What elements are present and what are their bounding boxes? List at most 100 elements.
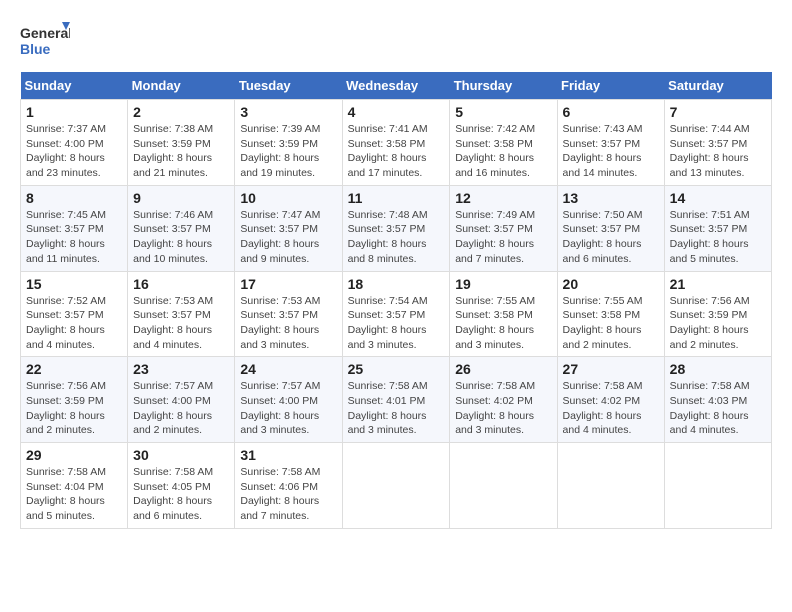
day-info: Sunrise: 7:38 AMSunset: 3:59 PMDaylight:…	[133, 122, 229, 181]
calendar-cell: 9Sunrise: 7:46 AMSunset: 3:57 PMDaylight…	[128, 185, 235, 271]
day-number: 12	[455, 190, 551, 206]
calendar-cell	[557, 443, 664, 529]
day-info: Sunrise: 7:58 AMSunset: 4:02 PMDaylight:…	[455, 379, 551, 438]
calendar-cell: 7Sunrise: 7:44 AMSunset: 3:57 PMDaylight…	[664, 100, 771, 186]
day-info: Sunrise: 7:49 AMSunset: 3:57 PMDaylight:…	[455, 208, 551, 267]
day-number: 16	[133, 276, 229, 292]
calendar-cell: 17 Sunrise: 7:53 AMSunset: 3:57 PMDayligh…	[235, 271, 342, 357]
calendar-cell: 12 Sunrise: 7:49 AMSunset: 3:57 PMDayligh…	[450, 185, 557, 271]
day-number: 31	[240, 447, 336, 463]
logo-svg: General Blue	[20, 20, 70, 62]
day-number: 4	[348, 104, 445, 120]
weekday-header-thursday: Thursday	[450, 72, 557, 100]
day-number: 8	[26, 190, 122, 206]
weekday-header-sunday: Sunday	[21, 72, 128, 100]
calendar-week-2: 8 Sunrise: 7:45 AMSunset: 3:57 PMDaylight…	[21, 185, 772, 271]
day-info: Sunrise: 7:44 AMSunset: 3:57 PMDaylight:…	[670, 122, 766, 181]
calendar-cell: 28 Sunrise: 7:58 AMSunset: 4:03 PMDayligh…	[664, 357, 771, 443]
day-number: 22	[26, 361, 122, 377]
calendar-cell: 8 Sunrise: 7:45 AMSunset: 3:57 PMDaylight…	[21, 185, 128, 271]
day-number: 3	[240, 104, 336, 120]
day-info: Sunrise: 7:54 AMSunset: 3:57 PMDaylight:…	[348, 294, 445, 353]
svg-text:General: General	[20, 25, 70, 41]
day-number: 29	[26, 447, 122, 463]
calendar-cell: 29Sunrise: 7:58 AMSunset: 4:04 PMDayligh…	[21, 443, 128, 529]
day-number: 26	[455, 361, 551, 377]
day-number: 14	[670, 190, 766, 206]
day-info: Sunrise: 7:58 AMSunset: 4:01 PMDaylight:…	[348, 379, 445, 438]
calendar-week-3: 15 Sunrise: 7:52 AMSunset: 3:57 PMDayligh…	[21, 271, 772, 357]
calendar-cell: 4 Sunrise: 7:41 AMSunset: 3:58 PMDaylight…	[342, 100, 450, 186]
day-number: 24	[240, 361, 336, 377]
page-header: General Blue	[20, 20, 772, 62]
calendar-cell: 20Sunrise: 7:55 AMSunset: 3:58 PMDayligh…	[557, 271, 664, 357]
day-number: 11	[348, 190, 445, 206]
day-info: Sunrise: 7:42 AMSunset: 3:58 PMDaylight:…	[455, 122, 551, 181]
day-info: Sunrise: 7:39 AMSunset: 3:59 PMDaylight:…	[240, 122, 336, 181]
day-number: 6	[563, 104, 659, 120]
day-info: Sunrise: 7:53 AMSunset: 3:57 PMDaylight:…	[133, 294, 229, 353]
day-number: 15	[26, 276, 122, 292]
weekday-header-wednesday: Wednesday	[342, 72, 450, 100]
day-info: Sunrise: 7:58 AMSunset: 4:03 PMDaylight:…	[670, 379, 766, 438]
day-number: 30	[133, 447, 229, 463]
day-info: Sunrise: 7:53 AMSunset: 3:57 PMDaylight:…	[240, 294, 336, 353]
day-number: 27	[563, 361, 659, 377]
day-info: Sunrise: 7:57 AMSunset: 4:00 PMDaylight:…	[133, 379, 229, 438]
day-info: Sunrise: 7:37 AMSunset: 4:00 PMDaylight:…	[26, 122, 122, 181]
calendar-week-5: 29Sunrise: 7:58 AMSunset: 4:04 PMDayligh…	[21, 443, 772, 529]
calendar-cell: 19 Sunrise: 7:55 AMSunset: 3:58 PMDayligh…	[450, 271, 557, 357]
day-info: Sunrise: 7:43 AMSunset: 3:57 PMDaylight:…	[563, 122, 659, 181]
calendar-cell: 16 Sunrise: 7:53 AMSunset: 3:57 PMDayligh…	[128, 271, 235, 357]
calendar-cell: 26 Sunrise: 7:58 AMSunset: 4:02 PMDayligh…	[450, 357, 557, 443]
calendar-cell: 3 Sunrise: 7:39 AMSunset: 3:59 PMDaylight…	[235, 100, 342, 186]
day-info: Sunrise: 7:52 AMSunset: 3:57 PMDaylight:…	[26, 294, 122, 353]
calendar-week-1: 1 Sunrise: 7:37 AMSunset: 4:00 PMDaylight…	[21, 100, 772, 186]
calendar-cell: 15 Sunrise: 7:52 AMSunset: 3:57 PMDayligh…	[21, 271, 128, 357]
calendar-cell: 24 Sunrise: 7:57 AMSunset: 4:00 PMDayligh…	[235, 357, 342, 443]
weekday-header-tuesday: Tuesday	[235, 72, 342, 100]
day-number: 21	[670, 276, 766, 292]
day-info: Sunrise: 7:45 AMSunset: 3:57 PMDaylight:…	[26, 208, 122, 267]
calendar-cell: 1 Sunrise: 7:37 AMSunset: 4:00 PMDaylight…	[21, 100, 128, 186]
calendar-week-4: 22 Sunrise: 7:56 AMSunset: 3:59 PMDayligh…	[21, 357, 772, 443]
day-info: Sunrise: 7:41 AMSunset: 3:58 PMDaylight:…	[348, 122, 445, 181]
day-number: 19	[455, 276, 551, 292]
day-info: Sunrise: 7:58 AMSunset: 4:02 PMDaylight:…	[563, 379, 659, 438]
day-number: 20	[563, 276, 659, 292]
calendar-cell: 11Sunrise: 7:48 AMSunset: 3:57 PMDayligh…	[342, 185, 450, 271]
day-number: 5	[455, 104, 551, 120]
calendar-cell: 27 Sunrise: 7:58 AMSunset: 4:02 PMDayligh…	[557, 357, 664, 443]
weekday-header-friday: Friday	[557, 72, 664, 100]
day-info: Sunrise: 7:55 AMSunset: 3:58 PMDaylight:…	[455, 294, 551, 353]
calendar-table: SundayMondayTuesdayWednesdayThursdayFrid…	[20, 72, 772, 529]
day-number: 17	[240, 276, 336, 292]
day-info: Sunrise: 7:58 AMSunset: 4:05 PMDaylight:…	[133, 465, 229, 524]
calendar-cell: 23Sunrise: 7:57 AMSunset: 4:00 PMDayligh…	[128, 357, 235, 443]
calendar-cell: 18 Sunrise: 7:54 AMSunset: 3:57 PMDayligh…	[342, 271, 450, 357]
calendar-cell: 25 Sunrise: 7:58 AMSunset: 4:01 PMDayligh…	[342, 357, 450, 443]
day-info: Sunrise: 7:58 AMSunset: 4:06 PMDaylight:…	[240, 465, 336, 524]
calendar-cell	[664, 443, 771, 529]
calendar-cell	[450, 443, 557, 529]
day-info: Sunrise: 7:51 AMSunset: 3:57 PMDaylight:…	[670, 208, 766, 267]
weekday-header-saturday: Saturday	[664, 72, 771, 100]
day-info: Sunrise: 7:57 AMSunset: 4:00 PMDaylight:…	[240, 379, 336, 438]
day-number: 28	[670, 361, 766, 377]
calendar-cell: 6 Sunrise: 7:43 AMSunset: 3:57 PMDaylight…	[557, 100, 664, 186]
calendar-cell: 14 Sunrise: 7:51 AMSunset: 3:57 PMDayligh…	[664, 185, 771, 271]
calendar-cell: 30 Sunrise: 7:58 AMSunset: 4:05 PMDayligh…	[128, 443, 235, 529]
day-number: 13	[563, 190, 659, 206]
day-number: 18	[348, 276, 445, 292]
calendar-cell: 21 Sunrise: 7:56 AMSunset: 3:59 PMDayligh…	[664, 271, 771, 357]
day-info: Sunrise: 7:56 AMSunset: 3:59 PMDaylight:…	[670, 294, 766, 353]
calendar-header-row: SundayMondayTuesdayWednesdayThursdayFrid…	[21, 72, 772, 100]
day-info: Sunrise: 7:46 AMSunset: 3:57 PMDaylight:…	[133, 208, 229, 267]
day-number: 25	[348, 361, 445, 377]
calendar-cell: 22 Sunrise: 7:56 AMSunset: 3:59 PMDayligh…	[21, 357, 128, 443]
day-number: 1	[26, 104, 122, 120]
calendar-cell	[342, 443, 450, 529]
svg-text:Blue: Blue	[20, 41, 51, 57]
calendar-cell: 10Sunrise: 7:47 AMSunset: 3:57 PMDayligh…	[235, 185, 342, 271]
day-info: Sunrise: 7:56 AMSunset: 3:59 PMDaylight:…	[26, 379, 122, 438]
